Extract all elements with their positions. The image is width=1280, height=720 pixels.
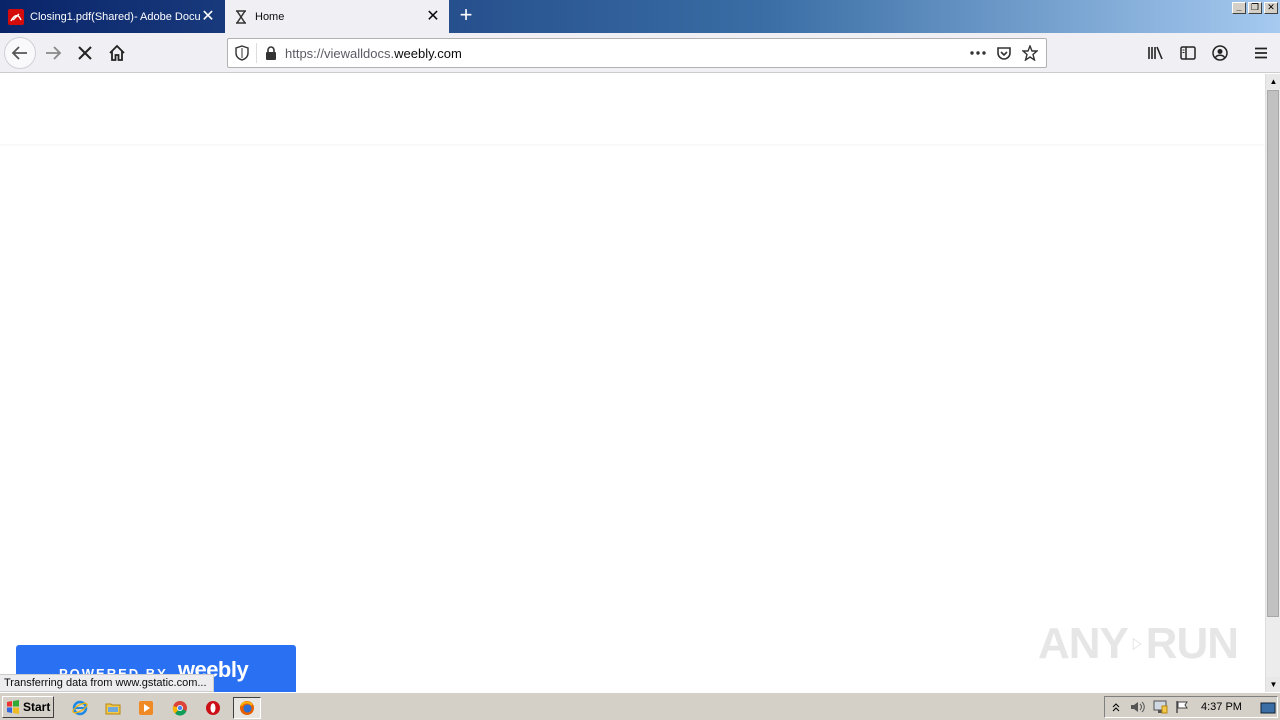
tab-adobe-document[interactable]: Closing1.pdf(Shared)- Adobe Docu ✕: [0, 0, 224, 33]
internet-explorer-icon[interactable]: [66, 697, 94, 719]
library-icon: [1148, 46, 1163, 60]
url-domain: weebly.com: [394, 45, 462, 61]
tab-strip: Closing1.pdf(Shared)- Adobe Docu ✕ Home …: [0, 0, 1280, 33]
more-actions-icon[interactable]: [968, 43, 988, 63]
navigation-toolbar: https://viewalldocs.weebly.com: [0, 33, 1280, 73]
home-button[interactable]: [101, 37, 133, 69]
adobe-pdf-icon: [8, 8, 24, 25]
address-bar[interactable]: https://viewalldocs.weebly.com: [227, 38, 1047, 68]
play-logo-icon: [1132, 637, 1142, 651]
start-button[interactable]: Start: [2, 696, 54, 718]
bookmark-star-icon[interactable]: [1020, 43, 1040, 63]
close-tab-icon[interactable]: ✕: [425, 8, 441, 25]
divider: [256, 43, 257, 63]
sidebar-icon: [1180, 46, 1196, 60]
clock[interactable]: 4:37 PM: [1201, 701, 1242, 713]
tab-home[interactable]: Home ✕: [225, 0, 449, 33]
scroll-down-arrow-icon[interactable]: ▼: [1266, 677, 1280, 692]
back-button[interactable]: [4, 37, 36, 69]
tab-title: Home: [255, 10, 285, 23]
hamburger-menu-icon: [1255, 47, 1267, 59]
file-explorer-icon[interactable]: [99, 697, 127, 719]
show-desktop-icon[interactable]: [1258, 697, 1278, 719]
new-tab-button[interactable]: +: [455, 4, 477, 27]
hourglass-loading-icon: [233, 9, 249, 25]
library-button[interactable]: [1140, 37, 1172, 69]
minimize-button[interactable]: _: [1232, 2, 1246, 14]
status-panel: Transferring data from www.gstatic.com..…: [0, 674, 214, 692]
home-icon: [109, 44, 125, 61]
watermark-text-left: ANY: [1038, 619, 1129, 668]
account-button[interactable]: [1204, 37, 1236, 69]
firefox-icon[interactable]: [233, 697, 261, 719]
page-viewport: ANY RUN POWERED BY weebly Transferring d…: [0, 74, 1265, 692]
account-icon: [1212, 45, 1228, 61]
anyrun-watermark: ANY RUN: [1038, 609, 1239, 679]
chrome-icon[interactable]: [166, 697, 194, 719]
close-icon: [78, 46, 92, 60]
close-tab-icon[interactable]: ✕: [200, 8, 216, 25]
scroll-up-arrow-icon[interactable]: ▲: [1266, 74, 1280, 89]
action-center-flag-icon[interactable]: [1171, 697, 1193, 717]
arrow-right-icon: [46, 46, 62, 60]
menu-button[interactable]: [1245, 37, 1277, 69]
url-prefix: https://viewalldocs.: [285, 45, 395, 61]
scrollbar-thumb[interactable]: [1267, 90, 1279, 617]
volume-icon[interactable]: [1127, 697, 1149, 717]
arrow-left-icon: [11, 46, 27, 60]
restore-button[interactable]: ❐: [1248, 2, 1262, 14]
media-player-icon[interactable]: [132, 697, 160, 719]
tab-title: Closing1.pdf(Shared)- Adobe Docu: [30, 10, 200, 23]
pocket-icon[interactable]: [994, 43, 1014, 63]
windows-taskbar: Start 4:37 PM: [0, 692, 1280, 720]
page-header: [0, 74, 1265, 144]
vertical-scrollbar[interactable]: ▲ ▼: [1265, 74, 1280, 692]
close-window-button[interactable]: ✕: [1264, 2, 1278, 14]
show-hidden-icons-chevron-icon[interactable]: [1105, 697, 1127, 717]
shield-icon[interactable]: [232, 43, 252, 63]
start-label: Start: [23, 700, 51, 714]
stop-loading-button[interactable]: [69, 37, 101, 69]
watermark-text-right: RUN: [1145, 619, 1239, 668]
sidebar-button[interactable]: [1172, 37, 1204, 69]
network-icon[interactable]: [1149, 697, 1171, 717]
system-tray: 4:37 PM: [1104, 696, 1278, 718]
url-text[interactable]: https://viewalldocs.weebly.com: [281, 46, 968, 61]
opera-icon[interactable]: [199, 697, 227, 719]
window-controls: _ ❐ ✕: [1232, 2, 1278, 14]
lock-icon[interactable]: [261, 43, 281, 63]
windows-logo-icon: [7, 700, 19, 714]
forward-button[interactable]: [37, 37, 69, 69]
